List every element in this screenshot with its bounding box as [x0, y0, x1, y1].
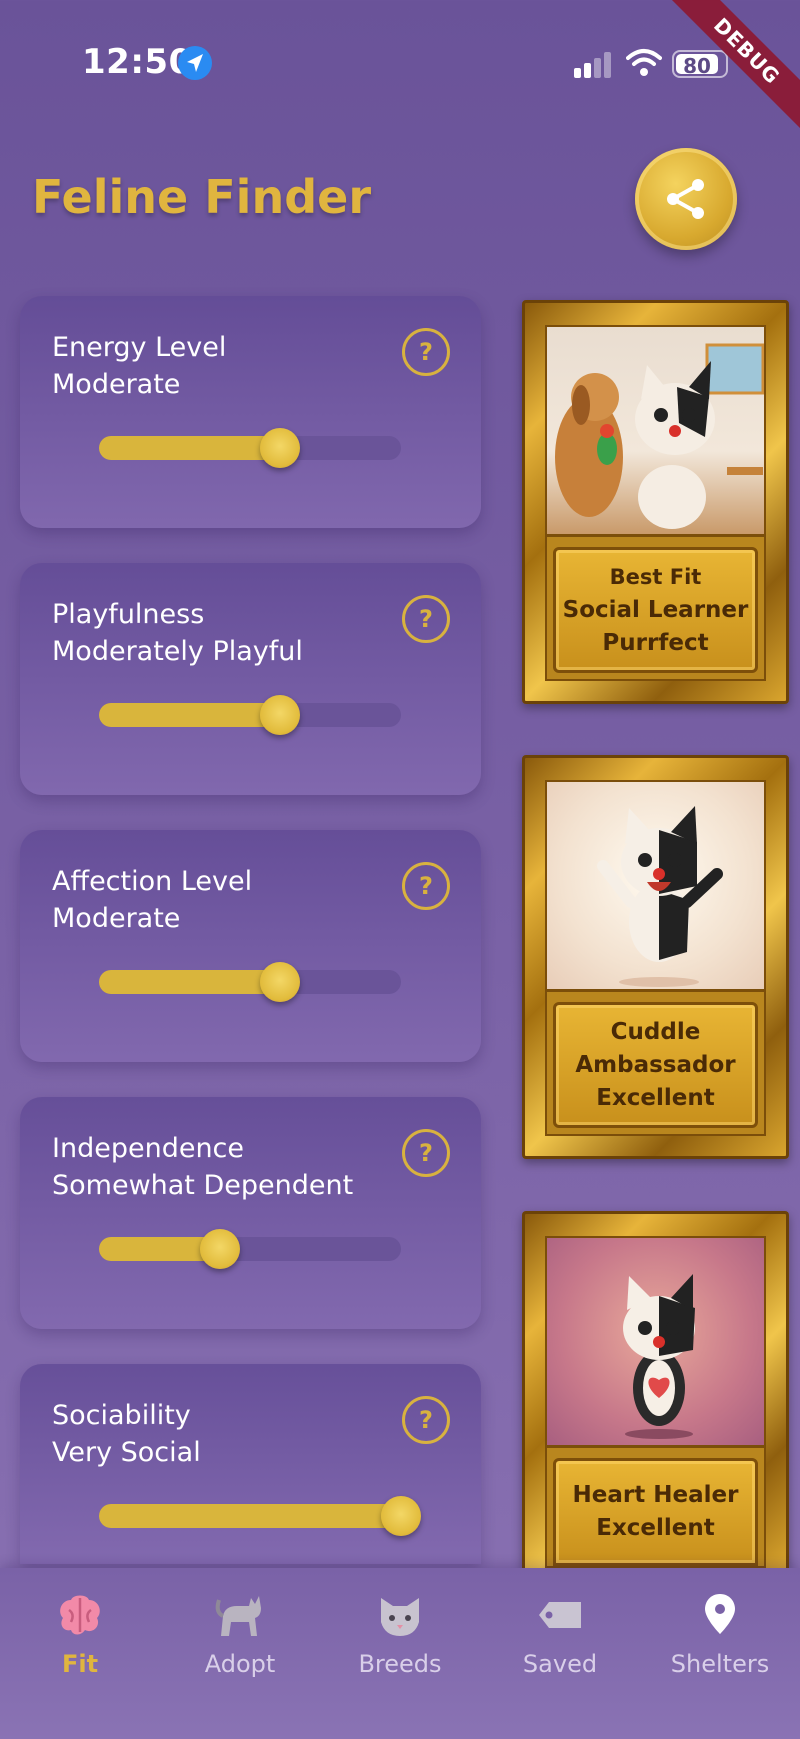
cat-face-icon [375, 1592, 425, 1638]
status-bar: 12:50 80 DEBUG [0, 0, 800, 145]
award-line: Heart Healer [572, 1482, 739, 1508]
app-title: Feline Finder [32, 170, 372, 224]
battery-icon: 80 [672, 50, 728, 78]
slider-fill [99, 970, 281, 994]
cat-with-heart-illustration [623, 1274, 695, 1439]
nav-item-breeds[interactable]: Breeds [320, 1582, 480, 1692]
nav-label: Fit [61, 1650, 99, 1678]
award-line: Purrfect [602, 629, 709, 656]
sociability-slider[interactable] [99, 1496, 421, 1536]
trait-level: Somewhat Dependent [52, 1170, 354, 1201]
slider-thumb[interactable] [260, 962, 301, 1002]
award-image [547, 327, 764, 537]
share-button[interactable] [635, 148, 737, 250]
nav-item-shelters[interactable]: Shelters [640, 1582, 800, 1692]
independence-slider[interactable] [99, 1229, 401, 1269]
slider-fill [99, 436, 281, 460]
playfulness-slider[interactable] [99, 695, 401, 735]
nav-item-saved[interactable]: Saved [480, 1582, 640, 1692]
nav-label: Adopt [204, 1650, 276, 1678]
nav-label: Shelters [670, 1650, 770, 1678]
trait-name: Independence [52, 1133, 245, 1164]
help-button[interactable]: ? [402, 595, 450, 643]
help-button[interactable]: ? [402, 328, 450, 376]
slider-thumb[interactable] [381, 1496, 421, 1536]
brain-icon [55, 1592, 105, 1638]
nav-label: Saved [522, 1650, 598, 1678]
trait-level: Very Social [52, 1437, 201, 1468]
award-inner: Cuddle Ambassador Excellent [545, 780, 766, 1136]
status-time: 12:50 [82, 42, 193, 82]
slider-thumb[interactable] [260, 428, 301, 468]
affection-slider[interactable] [99, 962, 401, 1002]
cat-icon [215, 1592, 265, 1638]
award-plaque: Best Fit Social Learner Purrfect [553, 547, 758, 673]
wifi-icon [626, 49, 662, 76]
award-cuddle-ambassador[interactable]: Cuddle Ambassador Excellent [522, 755, 789, 1159]
trait-level: Moderate [52, 369, 181, 400]
tag-icon [535, 1592, 585, 1638]
award-line: Excellent [596, 1515, 715, 1541]
award-line: Cuddle [610, 1018, 701, 1045]
share-icon [667, 179, 704, 219]
trait-card-affection: Affection Level Moderate ? [20, 830, 481, 1062]
slider-thumb[interactable] [199, 1229, 240, 1269]
location-arrow-icon [178, 46, 212, 80]
happy-cat-illustration [597, 806, 723, 987]
trait-card-independence: Independence Somewhat Dependent ? [20, 1097, 481, 1329]
trait-level: Moderate [52, 903, 181, 934]
award-heart-healer[interactable]: Heart Healer Excellent [522, 1211, 789, 1568]
bottom-nav: Fit Adopt Breeds Saved Shelters [0, 1568, 800, 1739]
help-button[interactable]: ? [402, 1396, 450, 1444]
cellular-signal-icon [574, 52, 614, 78]
nav-item-adopt[interactable]: Adopt [160, 1582, 320, 1692]
energy-slider[interactable] [99, 428, 401, 468]
trait-card-sociability: Sociability Very Social ? [20, 1364, 481, 1564]
trait-level: Moderately Playful [52, 636, 303, 667]
trait-card-energy: Energy Level Moderate ? [20, 296, 481, 528]
award-line: Excellent [596, 1084, 715, 1111]
slider-thumb[interactable] [260, 695, 301, 735]
cat-and-dog-illustration [555, 343, 764, 529]
award-image [547, 1238, 764, 1448]
trait-name: Energy Level [52, 332, 227, 363]
award-line: Social Learner [562, 596, 749, 623]
trait-name: Affection Level [52, 866, 253, 897]
trait-card-playfulness: Playfulness Moderately Playful ? [20, 563, 481, 795]
nav-item-fit[interactable]: Fit [0, 1582, 160, 1692]
award-line: Best Fit [609, 564, 702, 589]
battery-percent: 80 [683, 54, 711, 78]
award-plaque: Heart Healer Excellent [553, 1458, 758, 1566]
help-button[interactable]: ? [402, 862, 450, 910]
slider-fill [99, 1504, 401, 1528]
help-button[interactable]: ? [402, 1129, 450, 1177]
map-pin-icon [695, 1592, 745, 1638]
award-inner: Best Fit Social Learner Purrfect [545, 325, 766, 681]
trait-name: Playfulness [52, 599, 205, 630]
award-line: Ambassador [575, 1051, 736, 1078]
slider-fill [99, 703, 281, 727]
award-best-fit[interactable]: Best Fit Social Learner Purrfect [522, 300, 789, 704]
award-plaque: Cuddle Ambassador Excellent [553, 1002, 758, 1128]
trait-name: Sociability [52, 1400, 191, 1431]
award-image [547, 782, 764, 992]
award-inner: Heart Healer Excellent [545, 1236, 766, 1568]
nav-label: Breeds [358, 1650, 442, 1678]
